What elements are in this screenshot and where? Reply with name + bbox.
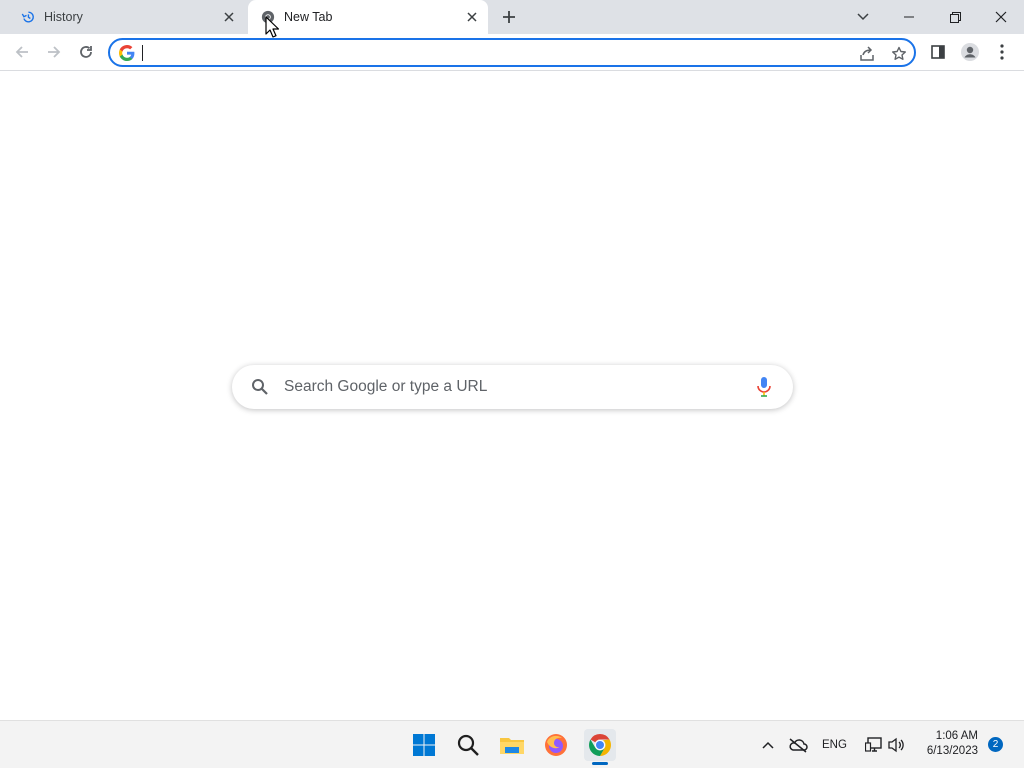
back-button[interactable] (8, 38, 36, 66)
forward-arrow-icon (48, 46, 61, 58)
firefox-icon (545, 734, 567, 756)
kebab-menu-icon (1000, 44, 1004, 60)
file-explorer-button[interactable] (496, 729, 528, 761)
address-bar[interactable] (108, 38, 916, 67)
share-icon[interactable] (856, 43, 878, 65)
profile-button[interactable] (956, 38, 984, 66)
chrome-taskbar-button[interactable] (584, 729, 616, 761)
start-button[interactable] (408, 729, 440, 761)
active-app-indicator (592, 762, 608, 765)
tab-title: History (44, 10, 83, 24)
text-caret (142, 45, 143, 61)
taskbar: ENG 1:06 AM 6/13/2023 (0, 720, 1024, 768)
tab-title: New Tab (284, 10, 333, 24)
search-icon (250, 377, 270, 397)
omnibox-input[interactable] (146, 43, 846, 63)
reload-icon (80, 46, 92, 58)
bookmark-star-icon[interactable] (888, 43, 910, 65)
minimize-icon (904, 16, 914, 18)
chevron-up-icon (762, 741, 774, 749)
chrome-icon (589, 734, 611, 756)
cloud-offline-icon (789, 738, 808, 753)
side-panel-icon (931, 45, 945, 59)
show-hidden-icons-button[interactable] (752, 729, 784, 761)
tab-new-tab[interactable]: New Tab (248, 0, 488, 34)
start-icon (413, 734, 435, 756)
minimize-button[interactable] (886, 0, 932, 34)
taskbar-search-button[interactable] (452, 729, 484, 761)
reload-button[interactable] (72, 38, 100, 66)
back-arrow-icon (15, 46, 28, 58)
profile-icon (961, 43, 979, 61)
system-clock[interactable]: 1:06 AM 6/13/2023 (912, 729, 978, 759)
new-tab-button[interactable] (497, 5, 521, 29)
search-icon (457, 734, 479, 756)
tab-history[interactable]: History (8, 0, 245, 34)
microphone-icon[interactable] (754, 376, 774, 398)
chevron-down-icon (857, 13, 869, 21)
close-icon[interactable] (219, 7, 239, 27)
notification-badge[interactable]: 2 (988, 737, 1003, 752)
forward-button[interactable] (40, 38, 68, 66)
side-panel-button[interactable] (924, 38, 952, 66)
mouse-cursor-icon (265, 16, 280, 38)
close-icon[interactable] (462, 7, 482, 27)
clock-time: 1:06 AM (935, 730, 978, 742)
history-icon (20, 9, 36, 25)
close-window-button[interactable] (978, 0, 1024, 34)
ntp-search-box[interactable]: Search Google or type a URL (232, 365, 793, 409)
file-explorer-icon (500, 738, 524, 754)
clock-date: 6/13/2023 (926, 745, 978, 757)
restore-button[interactable] (932, 0, 978, 34)
browser-toolbar (0, 34, 1024, 71)
search-placeholder: Search Google or type a URL (284, 378, 488, 395)
restore-icon (949, 11, 961, 23)
tab-strip: History New Tab (0, 0, 1024, 34)
firefox-button[interactable] (540, 729, 572, 761)
menu-button[interactable] (988, 38, 1016, 66)
speaker-icon (888, 737, 904, 753)
google-icon (119, 45, 135, 61)
volume-button[interactable] (880, 729, 912, 761)
onedrive-button[interactable] (782, 729, 814, 761)
tab-search-button[interactable] (840, 0, 886, 34)
language-indicator[interactable]: ENG (822, 739, 847, 751)
close-icon (995, 11, 1007, 23)
